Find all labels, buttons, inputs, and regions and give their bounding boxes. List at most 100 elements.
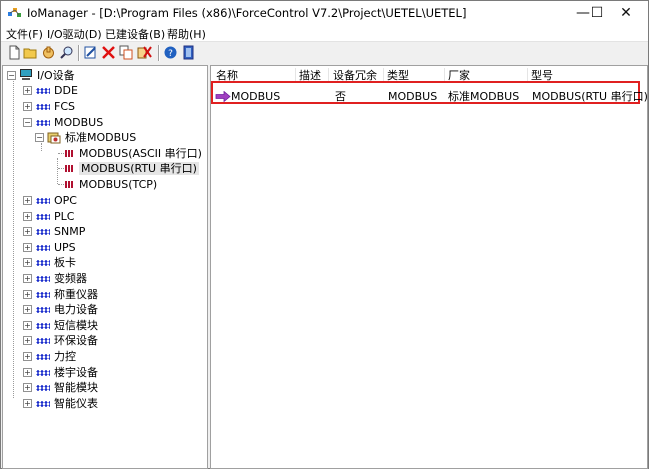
title-bar[interactable]: IoManager - [D:\Program Files (x86)\Forc… bbox=[1, 1, 648, 25]
expand-icon[interactable]: + bbox=[23, 305, 32, 315]
driver-category-icon bbox=[36, 354, 50, 360]
device-group-icon bbox=[47, 132, 61, 144]
driver-category-icon bbox=[36, 120, 50, 126]
cell-model: MODBUS(RTU 串行口) bbox=[532, 90, 648, 103]
expand-icon[interactable]: + bbox=[23, 258, 32, 268]
driver-category-icon bbox=[36, 338, 50, 345]
tree-item-label: MODBUS(TCP) bbox=[79, 178, 158, 191]
tree-item-label: OPC bbox=[54, 194, 77, 207]
tree-connector bbox=[13, 78, 14, 398]
tree-item-label: 智能模块 bbox=[54, 381, 98, 395]
tree-root-label: I/O设备 bbox=[37, 69, 75, 82]
main-window: IoManager - [D:\Program Files (x86)\Forc… bbox=[0, 0, 649, 469]
cell-redundant: 否 bbox=[335, 90, 346, 103]
driver-category-icon bbox=[36, 213, 50, 220]
collapse-icon[interactable]: − bbox=[35, 133, 44, 142]
driver-category-icon bbox=[36, 88, 50, 94]
window-title: IoManager - [D:\Program Files (x86)\Forc… bbox=[27, 6, 467, 20]
app-icon bbox=[8, 8, 21, 17]
tree-item-label: 标准MODBUS bbox=[65, 131, 137, 144]
expand-icon[interactable]: + bbox=[23, 242, 32, 252]
expand-icon[interactable]: + bbox=[23, 336, 32, 346]
hand-icon[interactable] bbox=[41, 45, 56, 60]
expand-icon[interactable]: + bbox=[23, 102, 32, 111]
expand-icon[interactable]: + bbox=[23, 383, 32, 393]
collapse-icon[interactable]: − bbox=[23, 118, 32, 127]
tree-connector bbox=[57, 158, 58, 184]
tree-item-label: PLC bbox=[54, 209, 75, 223]
tree-item-label: MODBUS(ASCII 串行口) bbox=[79, 147, 202, 160]
open-icon[interactable] bbox=[23, 45, 38, 60]
tree-item-label: FCS bbox=[54, 100, 75, 113]
tree-item-label: 环保设备 bbox=[54, 334, 98, 348]
cell-vendor: 标准MODBUS bbox=[448, 90, 520, 103]
toolbar-separator bbox=[78, 45, 80, 61]
tree-item-label: 称重仪器 bbox=[54, 287, 98, 301]
tree-item-label: 板卡 bbox=[54, 256, 76, 270]
edit-icon[interactable] bbox=[83, 45, 98, 60]
copy-icon[interactable] bbox=[119, 45, 134, 60]
driver-category-icon bbox=[36, 198, 50, 204]
close-button[interactable]: ✕ bbox=[604, 1, 648, 25]
tree-item-label: 短信模块 bbox=[54, 318, 98, 332]
tree-item-label: SNMP bbox=[54, 225, 86, 239]
cell-name: MODBUS bbox=[231, 90, 281, 103]
expand-icon[interactable]: + bbox=[23, 367, 32, 377]
tree-item-label: DDE bbox=[54, 84, 78, 97]
driver-category-icon bbox=[36, 276, 50, 282]
tree-item-label: 变频器 bbox=[54, 272, 87, 285]
expand-icon[interactable]: + bbox=[23, 352, 32, 361]
tree-item-modbus-rtu[interactable]: MODBUS(RTU 串行口) bbox=[65, 161, 199, 176]
driver-category-icon bbox=[36, 369, 50, 376]
collapse-icon[interactable]: − bbox=[7, 71, 16, 80]
tree-item-label: UPS bbox=[54, 240, 76, 254]
tree-item-label: 力控 bbox=[54, 350, 76, 363]
menu-help[interactable]: 帮助(H) bbox=[167, 26, 206, 42]
cut-icon[interactable] bbox=[137, 45, 152, 60]
driver-category-icon bbox=[36, 260, 50, 267]
tree-item-label: 智能仪表 bbox=[54, 396, 98, 410]
new-icon[interactable] bbox=[7, 45, 22, 60]
delete-icon[interactable] bbox=[101, 45, 116, 60]
arrow-right-icon bbox=[215, 91, 231, 102]
tree-item-modbus-ascii[interactable]: MODBUS(ASCII 串行口) bbox=[65, 146, 202, 161]
driver-icon bbox=[65, 149, 75, 157]
find-icon[interactable] bbox=[59, 45, 74, 60]
driver-category-icon bbox=[36, 322, 50, 329]
exit-icon[interactable] bbox=[181, 45, 196, 60]
driver-icon bbox=[65, 180, 75, 188]
expand-icon[interactable]: + bbox=[23, 227, 32, 237]
tree-item-label: MODBUS(RTU 串行口) bbox=[79, 162, 199, 175]
driver-category-icon bbox=[36, 244, 50, 251]
expand-icon[interactable]: + bbox=[23, 289, 32, 299]
driver-category-icon bbox=[36, 291, 50, 298]
tree-connector bbox=[41, 143, 42, 151]
tree-item-label: 楼宇设备 bbox=[54, 365, 98, 379]
menu-file[interactable]: 文件(F) bbox=[6, 26, 43, 42]
expand-icon[interactable]: + bbox=[23, 211, 32, 221]
menu-bar: 文件(F) I/O驱动(D) 已建设备(B) 帮助(H) bbox=[1, 25, 648, 42]
device-tree[interactable]: − I/O设备 + DDE + FCS − MODBUS + OPC + PLC + SNMP + UPS… bbox=[2, 65, 208, 469]
tree-item-label: 电力设备 bbox=[54, 303, 98, 317]
computer-icon bbox=[20, 69, 32, 80]
expand-icon[interactable]: + bbox=[23, 196, 32, 205]
device-list[interactable]: 名称 描述 设备冗余 类型 厂家 型号 MODBUS 否 MODBUS 标准MO… bbox=[210, 65, 648, 469]
driver-icon bbox=[65, 164, 75, 172]
tree-item-modbus-tcp[interactable]: MODBUS(TCP) bbox=[65, 177, 157, 192]
driver-category-icon bbox=[36, 307, 50, 314]
driver-category-icon bbox=[36, 104, 50, 110]
driver-category-icon bbox=[36, 229, 50, 236]
cell-type: MODBUS bbox=[388, 90, 438, 103]
expand-icon[interactable]: + bbox=[23, 274, 32, 283]
expand-icon[interactable]: + bbox=[23, 320, 32, 330]
toolbar-separator bbox=[158, 45, 160, 61]
expand-icon[interactable]: + bbox=[23, 398, 32, 408]
help-icon[interactable]: ? bbox=[163, 45, 178, 60]
tree-item-label: MODBUS bbox=[54, 116, 104, 129]
driver-category-icon bbox=[36, 385, 50, 392]
driver-category-icon bbox=[36, 400, 50, 407]
menu-io-driver[interactable]: I/O驱动(D) bbox=[47, 26, 102, 42]
toolbar: ? bbox=[1, 42, 648, 64]
menu-built-devices[interactable]: 已建设备(B) bbox=[105, 26, 165, 42]
expand-icon[interactable]: + bbox=[23, 86, 32, 95]
